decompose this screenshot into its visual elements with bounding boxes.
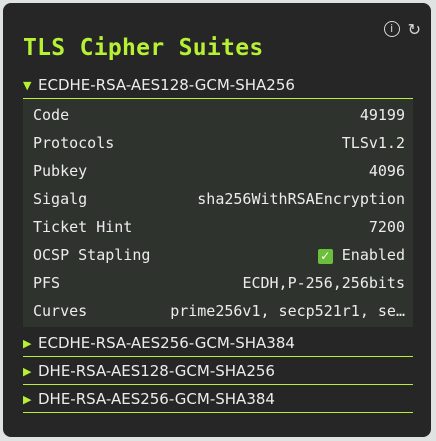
detail-value: 49199 [359,106,405,124]
suite-header-1[interactable]: ▼ ECDHE-RSA-AES128-GCM-SHA256 [23,72,413,99]
detail-value: 7200 [368,218,405,236]
expand-arrow-icon: ▶ [23,364,32,378]
cipher-suite-4: ▶ DHE-RSA-AES256-GCM-SHA384 [23,386,413,413]
expand-arrow-icon: ▶ [23,336,32,350]
suite-name: ECDHE-RSA-AES256-GCM-SHA384 [38,334,295,352]
detail-row-ocsp: OCSP Stapling ✓ Enabled [23,241,413,269]
detail-value: ✓ Enabled [317,246,405,264]
detail-value: sha256WithRSAEncryption [197,190,405,208]
suite-name: ECDHE-RSA-AES128-GCM-SHA256 [38,76,295,94]
detail-value: TLSv1.2 [341,134,405,152]
detail-label: Pubkey [33,162,88,180]
refresh-icon[interactable]: ↻ [408,21,421,39]
info-icon[interactable]: i [383,21,400,37]
detail-row-pubkey: Pubkey 4096 [23,157,413,185]
detail-label: Curves [33,302,88,320]
suite-header-4[interactable]: ▶ DHE-RSA-AES256-GCM-SHA384 [23,386,413,413]
cipher-suite-3: ▶ DHE-RSA-AES128-GCM-SHA256 [23,358,413,385]
detail-value: 4096 [368,162,405,180]
detail-row-protocols: Protocols TLSv1.2 [23,129,413,157]
detail-row-pfs: PFS ECDH,P-256,256bits [23,269,413,297]
collapse-arrow-icon: ▼ [23,78,32,92]
expand-arrow-icon: ▶ [23,392,32,406]
tls-cipher-panel: i ↻ TLS Cipher Suites ▼ ECDHE-RSA-AES128… [3,3,431,437]
detail-label: Sigalg [33,190,88,208]
detail-label: Ticket Hint [33,218,133,236]
detail-row-code: Code 49199 [23,101,413,129]
suite-name: DHE-RSA-AES256-GCM-SHA384 [38,390,275,408]
checkbox-checked-icon: ✓ [317,249,333,264]
detail-row-sigalg: Sigalg sha256WithRSAEncryption [23,185,413,213]
suite-name: DHE-RSA-AES128-GCM-SHA256 [38,362,275,380]
detail-label: OCSP Stapling [33,246,151,264]
detail-row-ticket-hint: Ticket Hint 7200 [23,213,413,241]
detail-label: PFS [33,274,61,292]
cipher-suite-2: ▶ ECDHE-RSA-AES256-GCM-SHA384 [23,330,413,357]
panel-title: TLS Cipher Suites [23,35,264,61]
detail-row-curves: Curves prime256v1, secp521r1, se… [23,297,413,325]
cipher-suite-1: ▼ ECDHE-RSA-AES128-GCM-SHA256 Code 49199… [23,72,413,327]
ocsp-status: Enabled [341,246,405,264]
detail-value: prime256v1, secp521r1, se… [170,302,405,320]
suite-header-3[interactable]: ▶ DHE-RSA-AES128-GCM-SHA256 [23,358,413,385]
panel-toolbar: i ↻ [383,21,421,39]
suite-details: Code 49199 Protocols TLSv1.2 Pubkey 4096… [23,99,413,327]
detail-label: Protocols [33,134,115,152]
detail-label: Code [33,106,70,124]
suite-header-2[interactable]: ▶ ECDHE-RSA-AES256-GCM-SHA384 [23,330,413,357]
detail-value: ECDH,P-256,256bits [242,274,405,292]
